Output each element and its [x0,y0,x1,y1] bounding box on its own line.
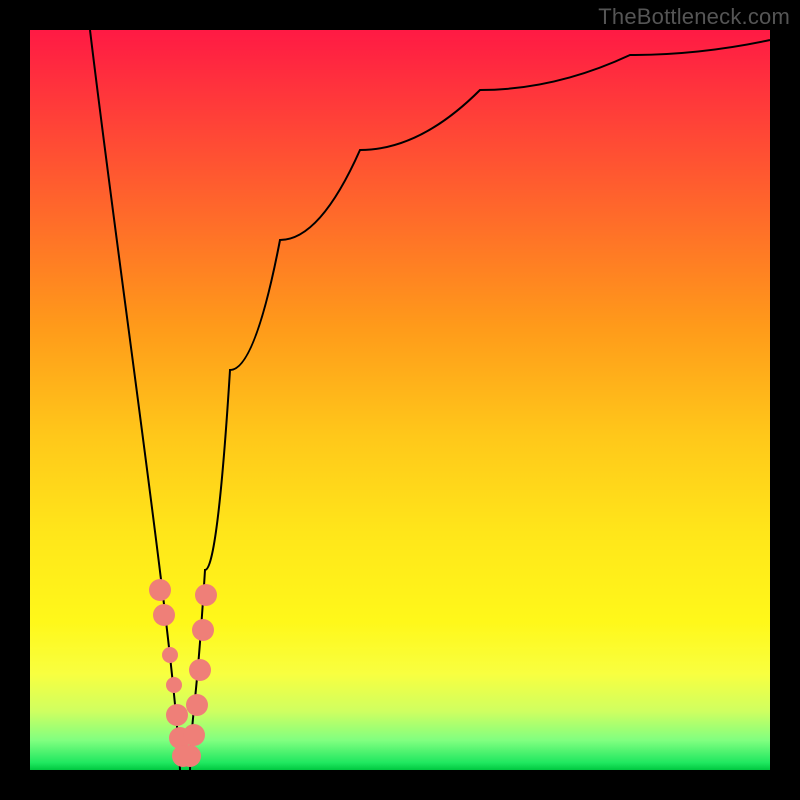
data-marker [183,724,205,746]
data-marker [149,579,171,601]
data-marker [166,704,188,726]
data-marker [189,659,211,681]
data-marker [186,694,208,716]
data-marker [195,584,217,606]
chart-svg [30,30,770,770]
curve-layer [90,30,770,770]
curve-right-branch [190,40,770,770]
chart-frame: TheBottleneck.com [0,0,800,800]
data-marker [166,677,182,693]
data-marker [162,647,178,663]
data-marker [192,619,214,641]
data-marker [153,604,175,626]
data-marker [179,745,201,767]
chart-plot-area [30,30,770,770]
watermark-text: TheBottleneck.com [598,4,790,30]
marker-layer [149,579,217,767]
